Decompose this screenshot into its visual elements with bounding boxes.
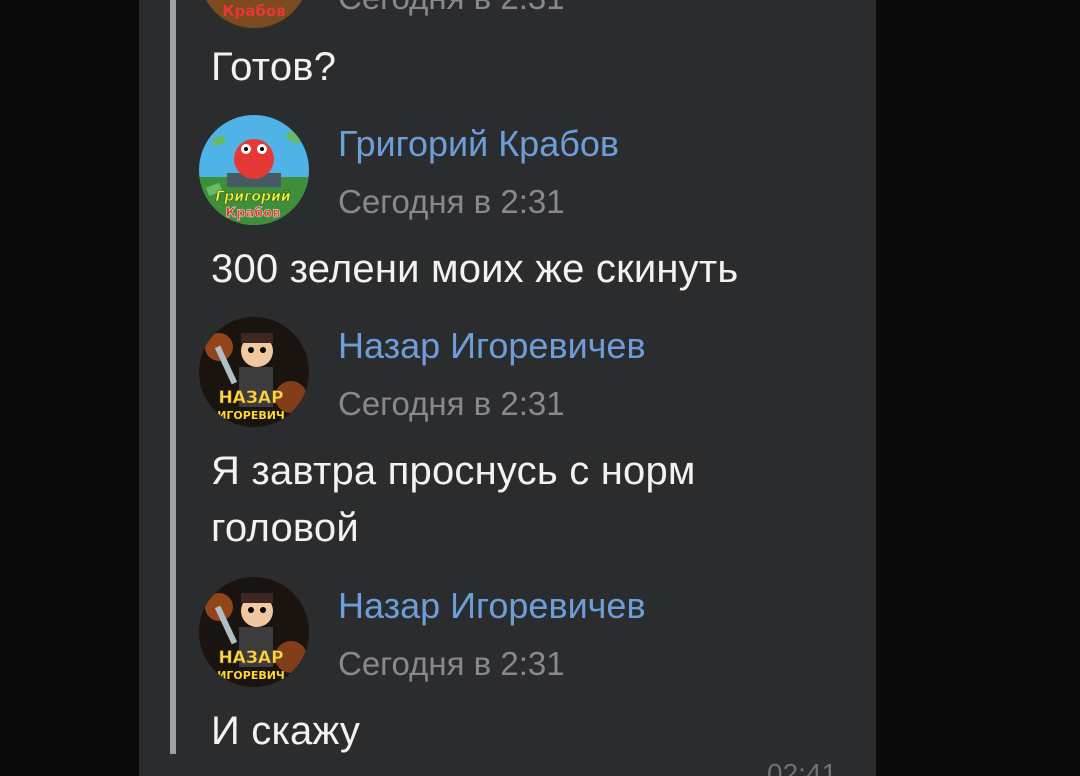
forwarded-messages-panel: Крабов Сегодня в 2:31 Готов? Григорий Кр… xyxy=(139,0,876,776)
message-timestamp: Сегодня в 2:31 xyxy=(338,0,565,18)
message-timestamp: Сегодня в 2:31 xyxy=(338,385,565,422)
svg-text:ИГОРЕВИЧ: ИГОРЕВИЧ xyxy=(217,409,285,422)
author-name-link[interactable]: Григорий Крабов xyxy=(338,123,619,165)
svg-text:Григорий: Григорий xyxy=(215,189,291,205)
message-text: Готов? xyxy=(211,45,337,89)
message-sent-time: 02:41 xyxy=(767,758,838,776)
avatar-grigoriy-krabov[interactable]: Крабов xyxy=(199,0,309,28)
svg-text:НАЗАР: НАЗАР xyxy=(218,388,283,408)
avatar-nazar-igorevichev[interactable]: НАЗАР ИГОРЕВИЧ xyxy=(199,317,309,427)
author-name-link[interactable]: Назар Игоревичев xyxy=(338,585,646,627)
forward-quote-bar xyxy=(170,0,176,754)
message-text-line-1: Я завтра проснусь с норм xyxy=(211,449,696,493)
svg-text:Крабов: Крабов xyxy=(222,2,285,20)
avatar-grigoriy-krabov[interactable]: Григорий Крабов xyxy=(199,115,309,225)
svg-text:Крабов: Крабов xyxy=(226,206,281,221)
svg-text:НАЗАР: НАЗАР xyxy=(218,648,283,668)
message-timestamp: Сегодня в 2:31 xyxy=(338,183,565,220)
message-text: 300 зелени моих же скинуть xyxy=(211,247,739,291)
author-name-link[interactable]: Назар Игоревичев xyxy=(338,325,646,367)
svg-text:ИГОРЕВИЧ: ИГОРЕВИЧ xyxy=(217,669,285,682)
message-text-line-2: головой xyxy=(211,506,359,550)
message-text: И скажу xyxy=(211,709,361,753)
message-timestamp: Сегодня в 2:31 xyxy=(338,645,565,682)
avatar-nazar-igorevichev[interactable]: НАЗАР ИГОРЕВИЧ xyxy=(199,577,309,687)
